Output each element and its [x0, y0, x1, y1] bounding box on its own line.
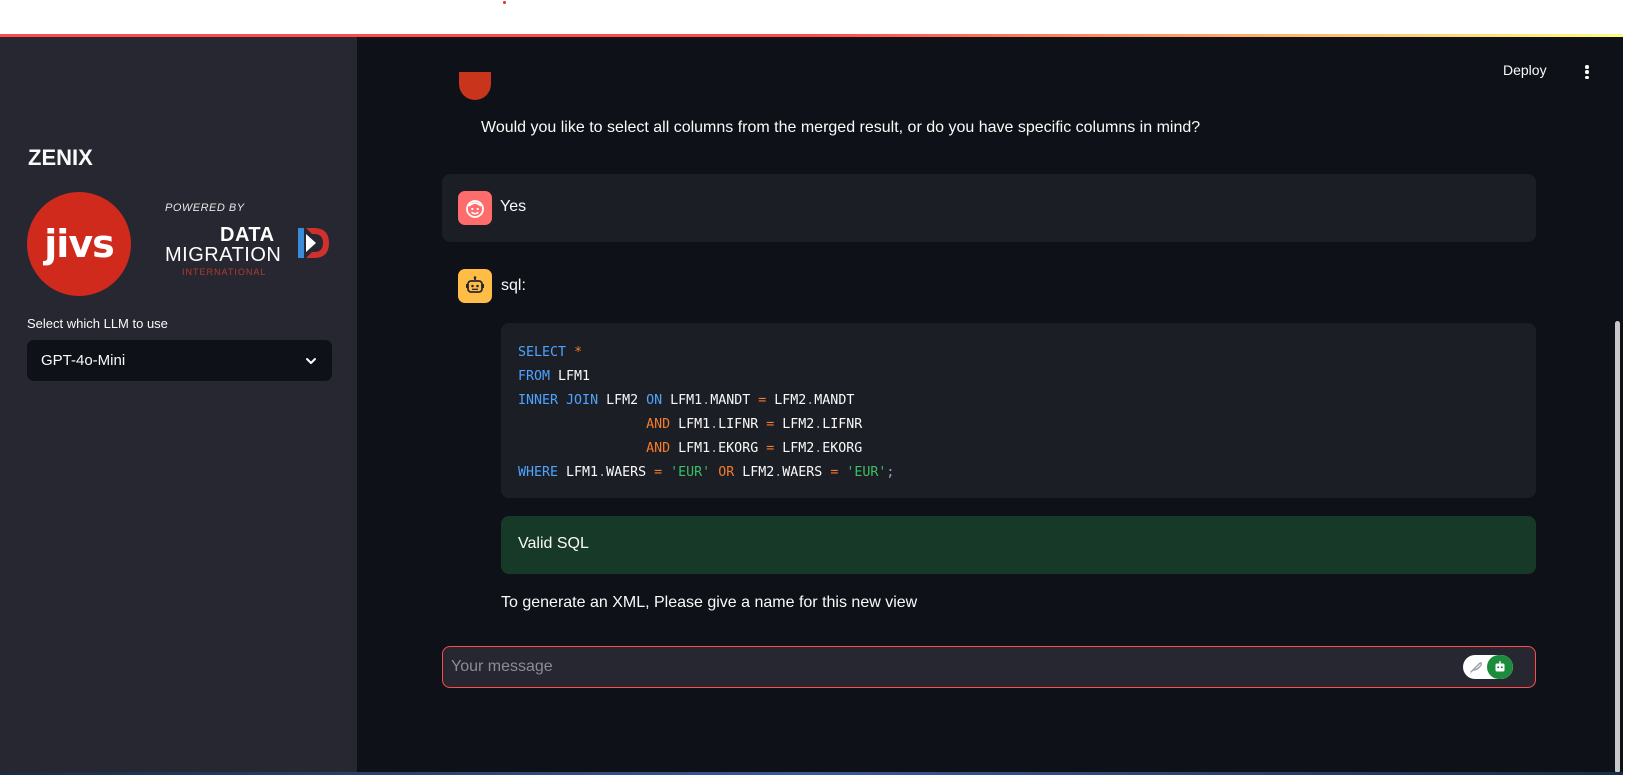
llm-select-value: GPT-4o-Mini — [41, 352, 126, 369]
sql-line: SELECT * — [518, 345, 583, 360]
sidebar-title: ZENIX — [28, 145, 93, 170]
partner-logo-migration: MIGRATION — [165, 244, 282, 266]
app-window: ZENIX jivs POWERED BY DATA MIGRATION INT… — [0, 34, 1623, 775]
assistant-question-text: Would you like to select all columns fro… — [481, 119, 1201, 136]
cursor-dot — [503, 1, 506, 4]
validation-status-box: Valid SQL — [501, 516, 1536, 574]
sql-line: INNER JOIN LFM2 ON LFM1.MANDT = LFM2.MAN… — [518, 393, 855, 408]
smiling-face-icon — [466, 200, 484, 218]
jivs-logo: jivs — [27, 192, 131, 296]
feather-icon[interactable] — [1463, 655, 1488, 679]
assistant-avatar-partial — [459, 72, 491, 100]
sql-line: WHERE LFM1.WAERS = 'EUR' OR LFM2.WAERS =… — [518, 465, 895, 480]
chat-input[interactable] — [451, 647, 1431, 686]
chat-input-container — [442, 646, 1536, 688]
sql-line: FROM LFM1 — [518, 369, 591, 384]
kebab-menu-icon[interactable] — [1579, 62, 1595, 82]
user-message-text: Yes — [500, 198, 527, 215]
user-avatar — [458, 191, 492, 225]
robot-icon[interactable] — [1487, 655, 1513, 679]
partner-logo-mark-icon — [298, 228, 329, 258]
bot-avatar — [458, 269, 492, 303]
main-content: Deploy Would you like to select all colu… — [357, 37, 1623, 775]
main-scrollbar[interactable] — [1615, 321, 1620, 773]
sidebar: ZENIX jivs POWERED BY DATA MIGRATION INT… — [0, 37, 357, 775]
powered-by-label: POWERED BY — [165, 202, 245, 214]
jivs-logo-text: jivs — [44, 222, 114, 266]
llm-select[interactable]: GPT-4o-Mini — [27, 340, 332, 381]
bot-message-label: sql: — [501, 277, 526, 294]
deploy-button[interactable]: Deploy — [1503, 62, 1547, 78]
chevron-down-icon — [306, 357, 316, 364]
robot-icon — [466, 276, 484, 293]
llm-select-label: Select which LLM to use — [27, 316, 168, 331]
sql-line: AND LFM1.EKORG = LFM2.EKORG — [646, 441, 863, 456]
validation-status-text: Valid SQL — [518, 535, 589, 552]
sql-line: AND LFM1.LIFNR = LFM2.LIFNR — [646, 417, 863, 432]
screen: ZENIX jivs POWERED BY DATA MIGRATION INT… — [0, 0, 1630, 775]
sql-code-block: SELECT * FROM LFM1 INNER JOIN LFM2 ON LFM1… — [501, 323, 1536, 498]
mode-toggle[interactable] — [1463, 655, 1513, 679]
partner-logo-international: INTERNATIONAL — [182, 267, 267, 277]
user-message: Yes — [442, 174, 1536, 242]
prompt-message-text: To generate an XML, Please give a name f… — [501, 594, 918, 611]
